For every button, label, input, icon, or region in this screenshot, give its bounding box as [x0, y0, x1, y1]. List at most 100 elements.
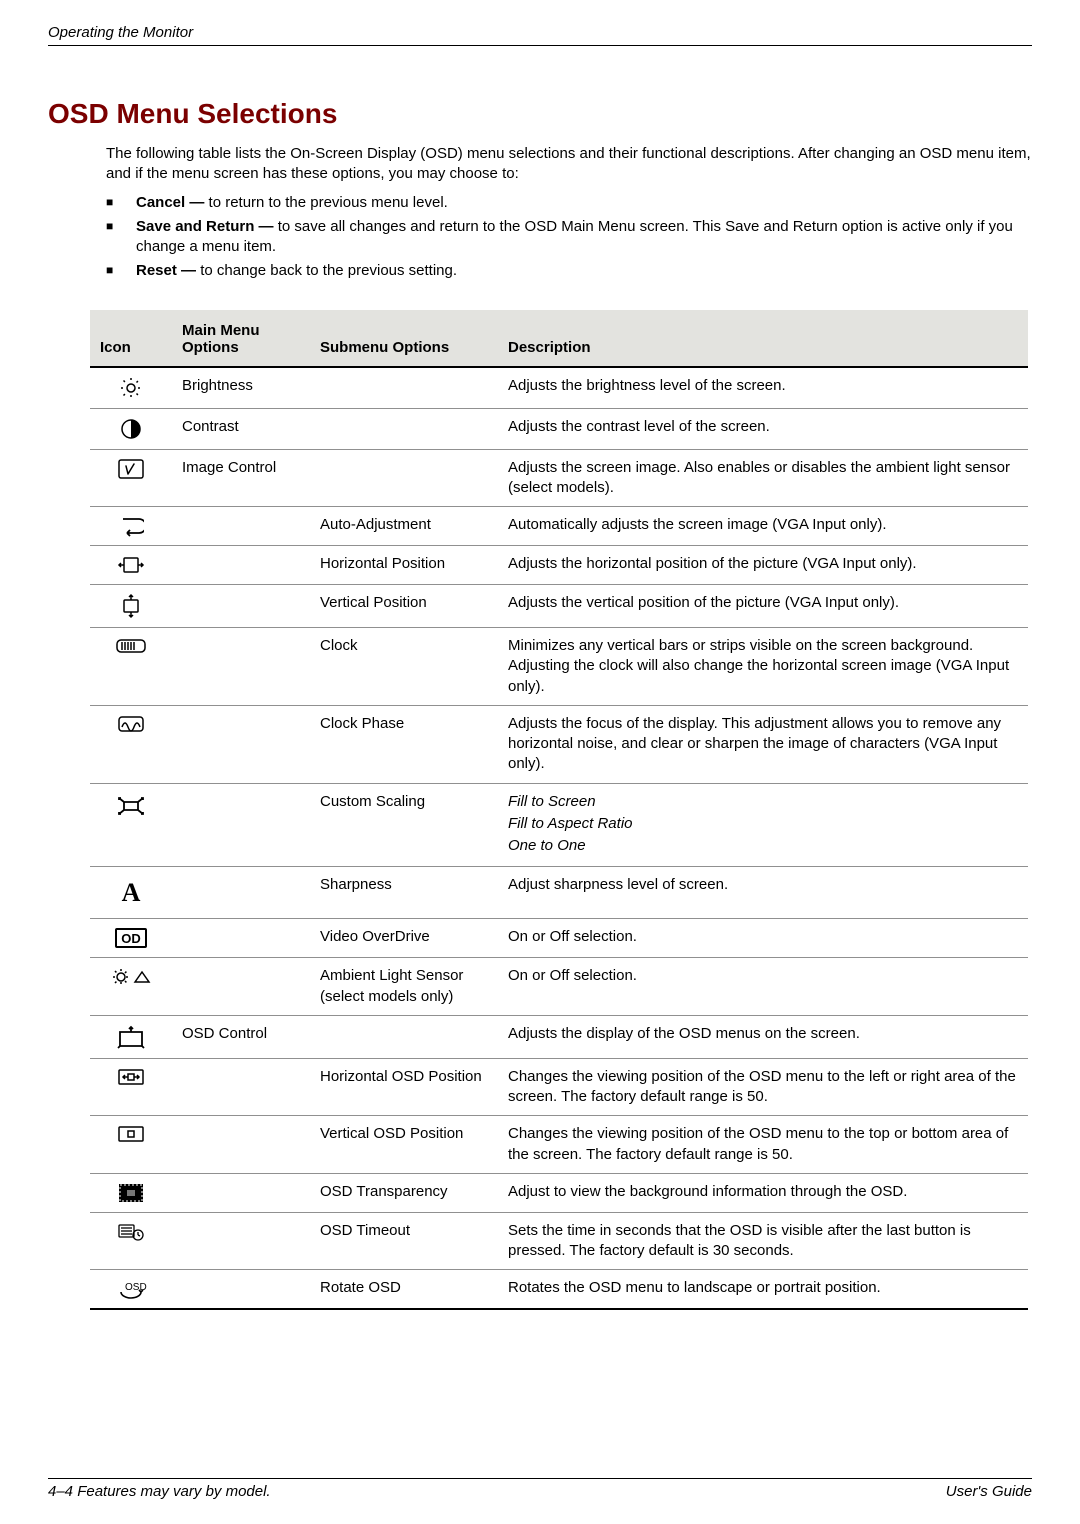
desc-col: Adjusts the vertical position of the pic…	[498, 585, 1028, 628]
sub-col	[310, 449, 498, 507]
desc-col: Changes the viewing position of the OSD …	[498, 1116, 1028, 1174]
main-col	[172, 783, 310, 867]
main-col	[172, 919, 310, 958]
desc-col: Automatically adjusts the screen image (…	[498, 507, 1028, 546]
desc-col: Adjusts the contrast level of the screen…	[498, 408, 1028, 449]
desc-col: Adjusts the horizontal position of the p…	[498, 546, 1028, 585]
desc-col: On or Off selection.	[498, 919, 1028, 958]
custom-scale-opt: One to One	[508, 836, 1018, 856]
main-col: Brightness	[172, 367, 310, 409]
sharpness-icon: A	[90, 867, 172, 919]
desc-col: Sets the time in seconds that the OSD is…	[498, 1212, 1028, 1270]
sub-col: OSD Transparency	[310, 1173, 498, 1212]
desc-col: Adjust to view the background informatio…	[498, 1173, 1028, 1212]
th-main-line2: Options	[182, 339, 239, 356]
desc-col: Changes the viewing position of the OSD …	[498, 1058, 1028, 1116]
sub-col: Vertical OSD Position	[310, 1116, 498, 1174]
sub-col: Rotate OSD	[310, 1270, 498, 1310]
table-row: Horizontal OSD Position Changes the view…	[90, 1058, 1028, 1116]
rotate-osd-icon: OSD	[90, 1270, 172, 1310]
desc-col: Adjusts the focus of the display. This a…	[498, 705, 1028, 783]
running-head: Operating the Monitor	[48, 24, 1032, 46]
table-row: OSD Timeout Sets the time in seconds tha…	[90, 1212, 1028, 1270]
sub-col: Horizontal Position	[310, 546, 498, 585]
custom-scale-opt: Fill to Screen	[508, 792, 1018, 812]
horizontal-position-icon	[90, 546, 172, 585]
main-col	[172, 1116, 310, 1174]
th-icon: Icon	[90, 310, 172, 367]
custom-scale-opt: Fill to Aspect Ratio	[508, 814, 1018, 834]
brightness-icon	[90, 367, 172, 409]
option-reset: Reset — to change back to the previous s…	[106, 261, 1032, 281]
osd-vertical-position-icon	[90, 1116, 172, 1174]
sub-col: Ambient Light Sensor (select models only…	[310, 958, 498, 1016]
table-row: OD Video OverDrive On or Off selection.	[90, 919, 1028, 958]
main-col: Contrast	[172, 408, 310, 449]
image-control-icon	[90, 449, 172, 507]
table-row: Contrast Adjusts the contrast level of t…	[90, 408, 1028, 449]
osd-table: Icon Main Menu Options Submenu Options D…	[90, 310, 1028, 1311]
sub-col: Vertical Position	[310, 585, 498, 628]
auto-adjustment-icon	[90, 507, 172, 546]
sub-col: OSD Timeout	[310, 1212, 498, 1270]
table-row: Vertical Position Adjusts the vertical p…	[90, 585, 1028, 628]
table-row: Auto-Adjustment Automatically adjusts th…	[90, 507, 1028, 546]
main-col	[172, 705, 310, 783]
desc-col: Fill to Screen Fill to Aspect Ratio One …	[498, 783, 1028, 867]
page-footer: 4–4 Features may vary by model. User's G…	[48, 1478, 1032, 1500]
option-label: Cancel —	[136, 194, 204, 211]
table-row: Vertical OSD Position Changes the viewin…	[90, 1116, 1028, 1174]
table-row: A Sharpness Adjust sharpness level of sc…	[90, 867, 1028, 919]
sub-col: Custom Scaling	[310, 783, 498, 867]
table-row: Clock Minimizes any vertical bars or str…	[90, 628, 1028, 706]
table-row: OSD Control Adjusts the display of the O…	[90, 1015, 1028, 1058]
main-col	[172, 585, 310, 628]
option-text: to change back to the previous setting.	[196, 262, 457, 279]
osd-horizontal-position-icon	[90, 1058, 172, 1116]
intro-text: The following table lists the On-Screen …	[106, 144, 1032, 185]
contrast-icon	[90, 408, 172, 449]
clock-phase-icon	[90, 705, 172, 783]
sub-col: Sharpness	[310, 867, 498, 919]
main-col	[172, 958, 310, 1016]
desc-col: Rotates the OSD menu to landscape or por…	[498, 1270, 1028, 1310]
main-col	[172, 1270, 310, 1310]
th-main-line1: Main Menu	[182, 322, 260, 339]
desc-col: Adjust sharpness level of screen.	[498, 867, 1028, 919]
desc-col: Adjusts the screen image. Also enables o…	[498, 449, 1028, 507]
table-row: Brightness Adjusts the brightness level …	[90, 367, 1028, 409]
main-col	[172, 867, 310, 919]
table-row: Image Control Adjusts the screen image. …	[90, 449, 1028, 507]
desc-col: Minimizes any vertical bars or strips vi…	[498, 628, 1028, 706]
desc-col: Adjusts the display of the OSD menus on …	[498, 1015, 1028, 1058]
ambient-light-sensor-icon	[90, 958, 172, 1016]
sub-col: Clock Phase	[310, 705, 498, 783]
th-sub: Submenu Options	[310, 310, 498, 367]
clock-icon	[90, 628, 172, 706]
sub-col: Horizontal OSD Position	[310, 1058, 498, 1116]
sub-col: Clock	[310, 628, 498, 706]
osd-transparency-icon	[90, 1173, 172, 1212]
main-col	[172, 1058, 310, 1116]
option-save-return: Save and Return — to save all changes an…	[106, 217, 1032, 258]
table-row: OSD Transparency Adjust to view the back…	[90, 1173, 1028, 1212]
sub-col	[310, 1015, 498, 1058]
main-col	[172, 628, 310, 706]
svg-text:OSD: OSD	[125, 1282, 147, 1293]
main-col	[172, 507, 310, 546]
main-col: Image Control	[172, 449, 310, 507]
page-title: OSD Menu Selections	[48, 98, 1032, 130]
option-text: to return to the previous menu level.	[204, 194, 447, 211]
custom-scaling-icon	[90, 783, 172, 867]
main-col	[172, 546, 310, 585]
svg-text:OD: OD	[121, 931, 141, 946]
main-col	[172, 1212, 310, 1270]
option-cancel: Cancel — to return to the previous menu …	[106, 193, 1032, 213]
table-row: Clock Phase Adjusts the focus of the dis…	[90, 705, 1028, 783]
footer-right: User's Guide	[946, 1483, 1032, 1500]
main-col	[172, 1173, 310, 1212]
table-row: Custom Scaling Fill to Screen Fill to As…	[90, 783, 1028, 867]
sub-col: Auto-Adjustment	[310, 507, 498, 546]
video-overdrive-icon: OD	[90, 919, 172, 958]
th-desc: Description	[498, 310, 1028, 367]
